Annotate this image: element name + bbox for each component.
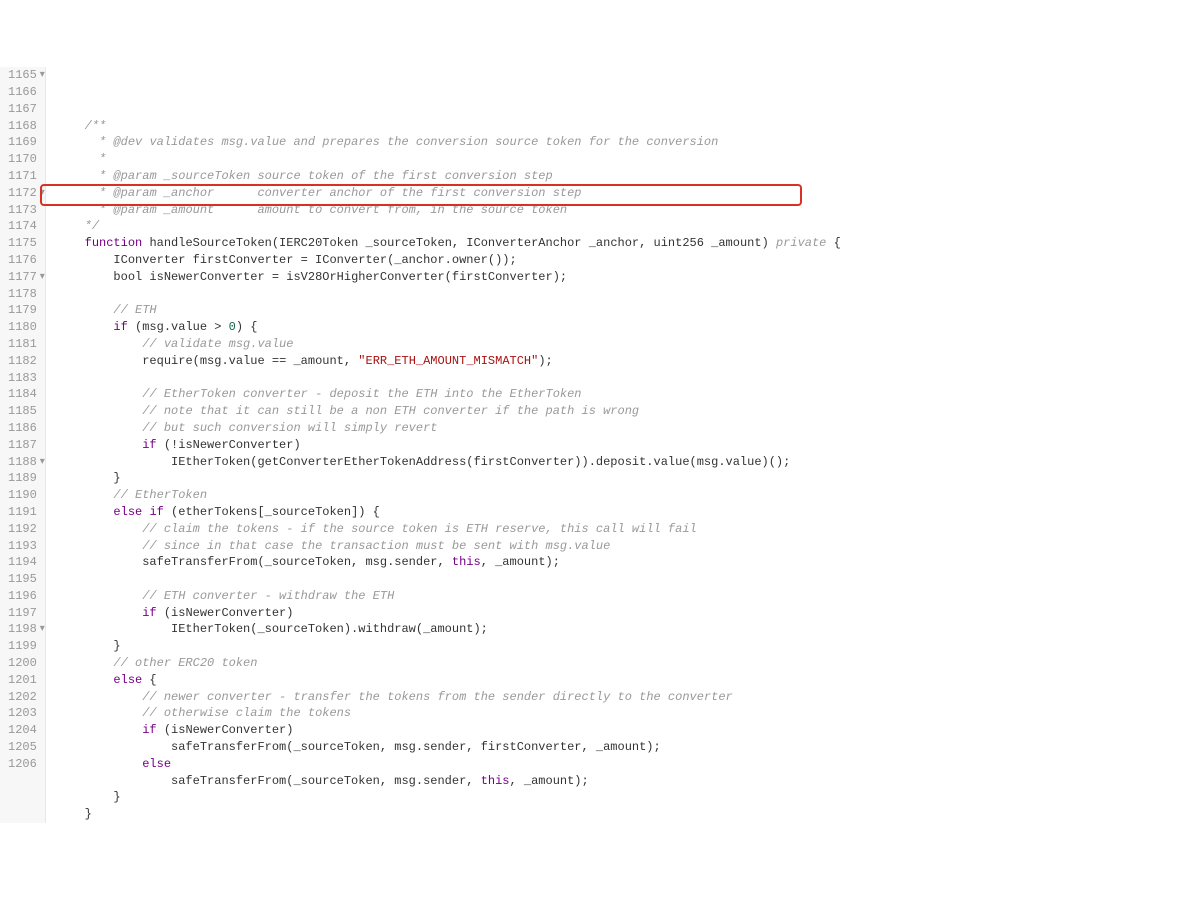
code-line[interactable]: else [56, 756, 841, 773]
code-line[interactable]: // since in that case the transaction mu… [56, 538, 841, 555]
line-number: 1206 [8, 756, 37, 773]
code-line[interactable]: // EtherToken converter - deposit the ET… [56, 386, 841, 403]
line-number: 1187 [8, 437, 37, 454]
line-number: 1173 [8, 202, 37, 219]
code-line[interactable]: // EtherToken [56, 487, 841, 504]
line-number: 1169 [8, 134, 37, 151]
line-number: 1202 [8, 689, 37, 706]
code-line[interactable]: } [56, 470, 841, 487]
code-area[interactable]: /** * @dev validates msg.value and prepa… [46, 67, 841, 823]
line-number: 1165▾ [8, 67, 37, 84]
code-line[interactable]: * @param _sourceToken source token of th… [56, 168, 841, 185]
line-number: 1166 [8, 84, 37, 101]
code-line[interactable]: IConverter firstConverter = IConverter(_… [56, 252, 841, 269]
line-number: 1200 [8, 655, 37, 672]
code-line[interactable]: * @param _amount amount to convert from,… [56, 202, 841, 219]
code-line[interactable]: } [56, 638, 841, 655]
line-number: 1203 [8, 705, 37, 722]
code-line[interactable]: // otherwise claim the tokens [56, 705, 841, 722]
line-number: 1184 [8, 386, 37, 403]
line-number: 1204 [8, 722, 37, 739]
fold-marker-icon[interactable]: ▾ [40, 456, 45, 470]
line-number: 1194 [8, 554, 37, 571]
code-line[interactable] [56, 370, 841, 387]
code-line[interactable]: // but such conversion will simply rever… [56, 420, 841, 437]
line-number: 1191 [8, 504, 37, 521]
line-number: 1198▾ [8, 621, 37, 638]
line-number: 1181 [8, 336, 37, 353]
line-number: 1182 [8, 353, 37, 370]
line-number: 1186 [8, 420, 37, 437]
line-number: 1185 [8, 403, 37, 420]
line-number: 1180 [8, 319, 37, 336]
code-line[interactable]: safeTransferFrom(_sourceToken, msg.sende… [56, 739, 841, 756]
code-line[interactable]: bool isNewerConverter = isV28OrHigherCon… [56, 269, 841, 286]
line-number: 1195 [8, 571, 37, 588]
line-number: 1199 [8, 638, 37, 655]
line-number: 1171 [8, 168, 37, 185]
code-line[interactable]: /** [56, 118, 841, 135]
code-line[interactable] [56, 571, 841, 588]
fold-marker-icon[interactable]: ▾ [40, 623, 45, 637]
code-line[interactable]: // ETH [56, 302, 841, 319]
code-line[interactable]: // validate msg.value [56, 336, 841, 353]
line-number: 1201 [8, 672, 37, 689]
code-line[interactable]: // ETH converter - withdraw the ETH [56, 588, 841, 605]
fold-marker-icon[interactable]: ▾ [40, 69, 45, 83]
code-line[interactable]: * @param _anchor converter anchor of the… [56, 185, 841, 202]
code-line[interactable]: IEtherToken(getConverterEtherTokenAddres… [56, 454, 841, 471]
line-number: 1193 [8, 538, 37, 555]
code-line[interactable]: } [56, 806, 841, 823]
code-line[interactable]: if (isNewerConverter) [56, 722, 841, 739]
line-number: 1179 [8, 302, 37, 319]
code-line[interactable]: if (!isNewerConverter) [56, 437, 841, 454]
fold-marker-icon[interactable]: ▾ [40, 187, 45, 201]
code-line[interactable]: if (isNewerConverter) [56, 605, 841, 622]
code-line[interactable]: safeTransferFrom(_sourceToken, msg.sende… [56, 554, 841, 571]
code-line[interactable]: require(msg.value == _amount, "ERR_ETH_A… [56, 353, 841, 370]
code-line[interactable]: IEtherToken(_sourceToken).withdraw(_amou… [56, 621, 841, 638]
line-number: 1189 [8, 470, 37, 487]
line-number: 1178 [8, 286, 37, 303]
code-line[interactable]: function handleSourceToken(IERC20Token _… [56, 235, 841, 252]
line-number: 1167 [8, 101, 37, 118]
code-line[interactable]: // claim the tokens - if the source toke… [56, 521, 841, 538]
code-line[interactable] [56, 286, 841, 303]
line-number: 1170 [8, 151, 37, 168]
code-editor[interactable]: 1165▾1166116711681169117011711172▾117311… [0, 67, 1204, 823]
line-number-gutter: 1165▾1166116711681169117011711172▾117311… [0, 67, 46, 823]
code-line[interactable]: safeTransferFrom(_sourceToken, msg.sende… [56, 773, 841, 790]
line-number: 1183 [8, 370, 37, 387]
line-number: 1205 [8, 739, 37, 756]
code-line[interactable]: else if (etherTokens[_sourceToken]) { [56, 504, 841, 521]
line-number: 1168 [8, 118, 37, 135]
code-line[interactable]: */ [56, 218, 841, 235]
line-number: 1192 [8, 521, 37, 538]
line-number: 1196 [8, 588, 37, 605]
line-number: 1175 [8, 235, 37, 252]
line-number: 1190 [8, 487, 37, 504]
line-number: 1172▾ [8, 185, 37, 202]
code-line[interactable]: * @dev validates msg.value and prepares … [56, 134, 841, 151]
line-number: 1174 [8, 218, 37, 235]
code-line[interactable]: // note that it can still be a non ETH c… [56, 403, 841, 420]
code-line[interactable]: if (msg.value > 0) { [56, 319, 841, 336]
code-line[interactable]: // other ERC20 token [56, 655, 841, 672]
line-number: 1177▾ [8, 269, 37, 286]
line-number: 1176 [8, 252, 37, 269]
code-line[interactable]: else { [56, 672, 841, 689]
line-number: 1197 [8, 605, 37, 622]
fold-marker-icon[interactable]: ▾ [40, 271, 45, 285]
code-line[interactable]: // newer converter - transfer the tokens… [56, 689, 841, 706]
code-line[interactable]: } [56, 789, 841, 806]
code-line[interactable]: * [56, 151, 841, 168]
line-number: 1188▾ [8, 454, 37, 471]
